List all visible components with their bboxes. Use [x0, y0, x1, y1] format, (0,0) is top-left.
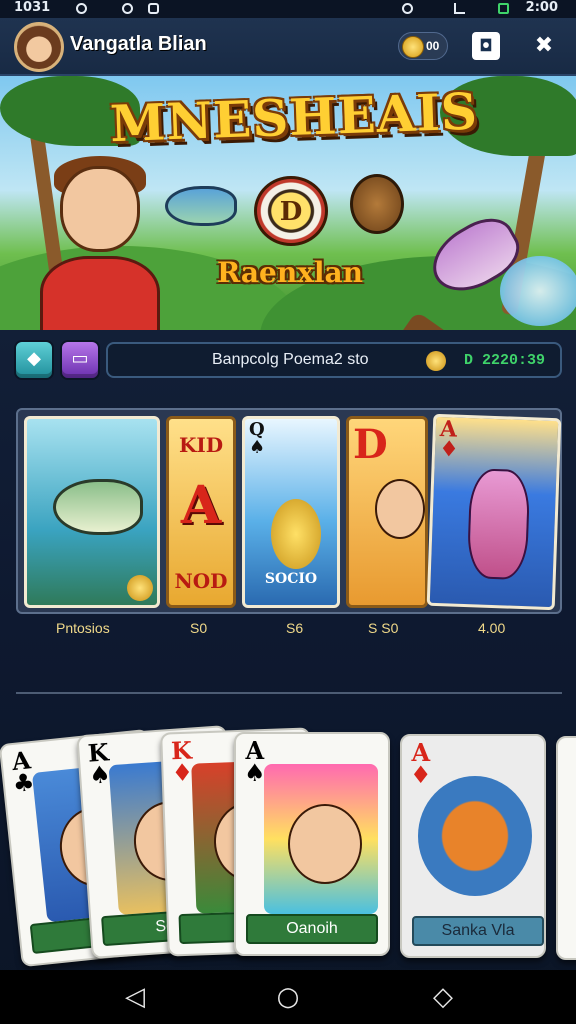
fish-art — [271, 499, 321, 569]
card-corner: A ♦ — [410, 741, 432, 789]
card-suit: ♠ — [249, 437, 266, 458]
game-screen: 1031 2:00 Vangatla Blian 00 ◘ ✖ MNESHEAI… — [0, 0, 576, 1024]
card-corner: Q ♠ — [245, 419, 269, 459]
card-corner: A ♠ — [244, 739, 266, 787]
character-face — [375, 479, 425, 539]
card-big-letter: A — [180, 475, 222, 536]
card-name: Oanoih — [246, 914, 378, 944]
table-card[interactable]: D — [346, 416, 428, 608]
card-corner: K ♦ — [170, 736, 194, 788]
card-name: Sanka Vla — [412, 916, 544, 946]
card-corner: A ♦ — [435, 416, 464, 463]
card-bottom-label: NOD — [174, 569, 228, 593]
blue-fish — [165, 186, 237, 226]
status-bar: 1031 2:00 — [0, 0, 576, 18]
hand-card[interactable]: A ♠ Oanoih — [234, 732, 390, 956]
card-corner: A ♣ — [9, 745, 35, 798]
top-bar: Vangatla Blian 00 ◘ ✖ — [0, 18, 576, 76]
signal-icon — [454, 3, 465, 14]
fox-art — [418, 776, 532, 896]
coin-icon — [426, 351, 446, 371]
banner-subtitle: Raenxlan — [216, 256, 364, 289]
status-time-right: 2:00 — [525, 0, 558, 15]
info-text: Banpcolg Poema2 sto — [212, 351, 369, 368]
coin-count: 00 — [426, 39, 440, 53]
hand-card[interactable]: A ♦ Sanka Vla — [400, 734, 546, 958]
promo-banner[interactable]: MNESHEAIS D Raenxlan — [0, 76, 576, 330]
table-card[interactable]: A ♦ — [426, 413, 562, 611]
card-suit: ♦ — [410, 760, 432, 789]
price-label: 4.00 — [478, 620, 506, 636]
camera-icon[interactable]: ◘ — [472, 32, 500, 60]
notification-icon — [76, 3, 87, 14]
price-row: Pntosios S0 S6 S S0 4.00 — [0, 620, 576, 640]
info-field[interactable]: Banpcolg Poema2 sto D 2220:39 — [106, 342, 562, 378]
android-nav-bar: ◁ ○ ◇ — [0, 970, 576, 1024]
card-top-label: KID — [178, 433, 224, 457]
divider — [16, 692, 562, 694]
card-suit: ♠ — [88, 759, 112, 790]
coin-icon — [127, 575, 153, 601]
table-card[interactable]: KID A NOD — [166, 416, 236, 608]
hand-card-partial[interactable] — [556, 736, 576, 960]
status-time-left: 1031 — [14, 0, 51, 15]
info-bar: ◆ ▭ Banpcolg Poema2 sto D 2220:39 — [14, 338, 562, 382]
card-corner: D — [353, 421, 388, 468]
price-label: S6 — [286, 620, 304, 636]
card-suit: ♦ — [171, 757, 194, 788]
gear-icon[interactable]: ✖ — [530, 32, 558, 60]
card-suit: ♠ — [244, 758, 266, 787]
player-hand: A♣ D K♠ Sor K♦ Ft A♠ Oanoih A♦ Sanka Vla — [0, 720, 576, 970]
card-table: KID A NOD Q ♠ SOCIO D A ♦ — [16, 408, 562, 614]
barrel-icon — [350, 174, 404, 234]
wifi-icon — [402, 3, 413, 14]
card-label: SOCIO — [264, 571, 318, 587]
info-value: D 2220:39 — [464, 352, 546, 369]
boy-shirt — [40, 256, 160, 330]
battery-icon — [498, 3, 509, 14]
diamond-icon: ◆ — [27, 348, 41, 369]
price-label: S0 — [190, 620, 208, 636]
app-icon — [148, 3, 159, 14]
player-name: Vangatla Blian — [70, 33, 207, 55]
poker-chip: D — [254, 176, 328, 246]
coin-icon — [402, 36, 424, 58]
diamond-button[interactable]: ◆ — [14, 340, 54, 380]
banner-title: MNESHEAIS — [109, 81, 479, 154]
boy-character — [40, 156, 160, 330]
player-avatar[interactable] — [14, 22, 64, 72]
card-art — [264, 764, 378, 914]
water-splash — [500, 256, 576, 326]
table-card[interactable] — [24, 416, 160, 608]
card-suit: ♦ — [438, 436, 460, 463]
coin-balance[interactable]: 00 — [398, 32, 448, 60]
chip-letter: D — [279, 197, 303, 227]
recents-icon[interactable]: ◇ — [426, 980, 460, 1014]
message-icon — [122, 3, 133, 14]
chat-icon: ▭ — [71, 348, 89, 369]
boy-face — [60, 166, 140, 252]
price-label: S S0 — [368, 620, 399, 636]
back-icon[interactable]: ◁ — [118, 980, 152, 1014]
card-corner: K ♠ — [87, 737, 112, 790]
chat-button[interactable]: ▭ — [60, 340, 100, 380]
price-label: Pntosios — [56, 620, 110, 636]
table-card[interactable]: Q ♠ SOCIO — [242, 416, 340, 608]
fish-art — [466, 468, 531, 581]
home-icon[interactable]: ○ — [271, 980, 305, 1014]
character-face — [288, 804, 362, 884]
fish-art — [53, 479, 143, 535]
